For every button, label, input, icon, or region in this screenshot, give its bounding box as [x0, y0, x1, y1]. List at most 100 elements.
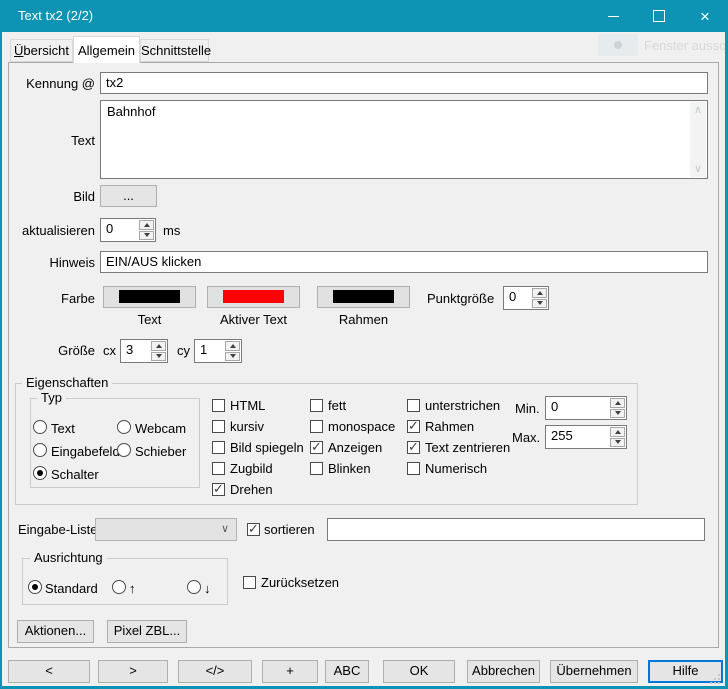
cx-spinner[interactable]: 3 — [120, 339, 168, 363]
checkbox-kursiv[interactable]: ✓ — [212, 420, 225, 433]
spin-down-button[interactable] — [610, 438, 625, 448]
radio-typ-schieber[interactable] — [117, 443, 131, 457]
aktualisieren-spinner[interactable]: 0 — [100, 218, 156, 242]
spin-down-button[interactable] — [610, 409, 625, 419]
tab-schnittstelle[interactable]: Schnittstelle — [140, 39, 209, 62]
checkbox-text-zentrieren[interactable]: ✓ — [407, 441, 420, 454]
checkbox-monospace[interactable]: ✓ — [310, 420, 323, 433]
hinweis-input[interactable]: EIN/AUS klicken — [100, 251, 708, 273]
tab-allgemein[interactable]: Allgemein — [73, 36, 140, 63]
chevron-down-icon: ∨ — [221, 522, 229, 535]
eingabe-liste-input[interactable] — [327, 518, 705, 541]
maximize-button[interactable] — [636, 0, 682, 32]
tab-uebersicht-label: bersicht — [23, 43, 69, 58]
spin-down-button[interactable] — [225, 352, 240, 362]
checkbox-html[interactable]: ✓ — [212, 399, 225, 412]
cy-value[interactable]: 1 — [200, 342, 207, 358]
max-value[interactable]: 255 — [551, 428, 573, 444]
checkbox-fett-label: fett — [328, 398, 346, 413]
checkbox-zuruecksetzen[interactable]: ✓ — [243, 576, 256, 589]
spin-down-button[interactable] — [139, 231, 154, 241]
spin-up-button[interactable] — [532, 288, 547, 298]
pixel-zbl-button[interactable]: Pixel ZBL... — [107, 620, 187, 643]
typ-group-label: Typ — [37, 391, 66, 405]
bild-browse-button[interactable]: ... — [100, 185, 157, 207]
radio-ausrichtung-down[interactable] — [187, 580, 201, 594]
abc-button[interactable]: ABC — [325, 660, 369, 683]
cx-value[interactable]: 3 — [126, 342, 133, 358]
radio-typ-schalter[interactable] — [33, 466, 47, 480]
spin-up-icon — [615, 430, 621, 434]
scroll-down-icon[interactable]: ∨ — [690, 163, 706, 175]
checkbox-fett[interactable]: ✓ — [310, 399, 323, 412]
checkbox-unterstrichen[interactable]: ✓ — [407, 399, 420, 412]
next-button[interactable]: > — [98, 660, 168, 683]
min-value[interactable]: 0 — [551, 399, 558, 415]
checkbox-rahmen[interactable]: ✓ — [407, 420, 420, 433]
checkbox-numerisch[interactable]: ✓ — [407, 462, 420, 475]
cy-spinner[interactable]: 1 — [194, 339, 242, 363]
kennung-input[interactable]: tx2 — [100, 72, 708, 94]
text-textarea[interactable]: Bahnhof ∧ ∨ — [100, 100, 708, 179]
text-value: Bahnhof — [107, 104, 155, 119]
close-button[interactable]: × — [682, 0, 728, 32]
cx-label: cx — [103, 343, 116, 358]
checkbox-drehen[interactable]: ✓ — [212, 483, 225, 496]
min-label: Min. — [515, 401, 540, 416]
checkbox-blinken[interactable]: ✓ — [310, 462, 323, 475]
checkbox-drehen-label: Drehen — [230, 482, 273, 497]
radio-typ-text[interactable] — [33, 420, 47, 434]
spin-down-button[interactable] — [151, 352, 166, 362]
add-button[interactable]: + — [262, 660, 318, 683]
aktionen-button[interactable]: Aktionen... — [17, 620, 94, 643]
tab-uebersicht[interactable]: Übersicht — [10, 39, 73, 62]
text-color-button[interactable] — [103, 286, 196, 308]
check-icon: ✓ — [408, 418, 419, 433]
radio-typ-text-label: Text — [51, 421, 75, 436]
spin-down-icon — [156, 354, 162, 358]
titlebar[interactable]: Text tx2 (2/2) × — [0, 0, 728, 32]
checkbox-zugbild[interactable]: ✓ — [212, 462, 225, 475]
code-button[interactable]: </> — [178, 660, 252, 683]
rahmen-color-button[interactable] — [317, 286, 410, 308]
checkbox-bild-spiegeln[interactable]: ✓ — [212, 441, 225, 454]
radio-ausrichtung-up[interactable] — [112, 580, 126, 594]
check-icon: ✓ — [213, 481, 224, 496]
radio-ausrichtung-standard[interactable] — [28, 580, 42, 594]
spin-up-button[interactable] — [610, 427, 625, 437]
min-spinner[interactable]: 0 — [545, 396, 627, 420]
checkbox-unterstrichen-label: unterstrichen — [425, 398, 500, 413]
spin-up-button[interactable] — [151, 341, 166, 351]
aktualisieren-label: aktualisieren — [10, 223, 95, 238]
minimize-button[interactable] — [590, 0, 636, 32]
textarea-scrollbar[interactable]: ∧ ∨ — [690, 102, 706, 177]
checkbox-anzeigen[interactable]: ✓ — [310, 441, 323, 454]
ms-unit-label: ms — [163, 223, 180, 238]
radio-typ-webcam[interactable] — [117, 420, 131, 434]
checkbox-kursiv-label: kursiv — [230, 419, 264, 434]
active-text-color-button[interactable] — [207, 286, 300, 308]
checkbox-blinken-label: Blinken — [328, 461, 371, 476]
uebernehmen-button[interactable]: Übernehmen — [550, 660, 638, 683]
spin-up-icon — [144, 223, 150, 227]
eingabe-liste-dropdown[interactable]: ∨ — [95, 518, 237, 541]
window-title: Text tx2 (2/2) — [18, 8, 93, 23]
hilfe-button[interactable]: Hilfe — [648, 660, 723, 683]
max-spinner[interactable]: 255 — [545, 425, 627, 449]
punktgroesse-spinner[interactable]: 0 — [503, 286, 549, 310]
spin-up-button[interactable] — [610, 398, 625, 408]
resize-grip[interactable] — [714, 678, 716, 680]
radio-typ-eingabefeld[interactable] — [33, 443, 47, 457]
spin-up-button[interactable] — [225, 341, 240, 351]
aktualisieren-value[interactable]: 0 — [106, 221, 113, 237]
abbrechen-button[interactable]: Abbrechen — [467, 660, 540, 683]
spin-down-button[interactable] — [532, 299, 547, 309]
ok-button[interactable]: OK — [383, 660, 455, 683]
text-label: Text — [10, 133, 95, 148]
checkbox-sortieren[interactable]: ✓ — [247, 523, 260, 536]
prev-button[interactable]: < — [8, 660, 90, 683]
spin-up-button[interactable] — [139, 220, 154, 230]
scroll-up-icon[interactable]: ∧ — [690, 104, 706, 116]
max-label: Max. — [512, 430, 540, 445]
punktgroesse-value[interactable]: 0 — [509, 289, 516, 305]
